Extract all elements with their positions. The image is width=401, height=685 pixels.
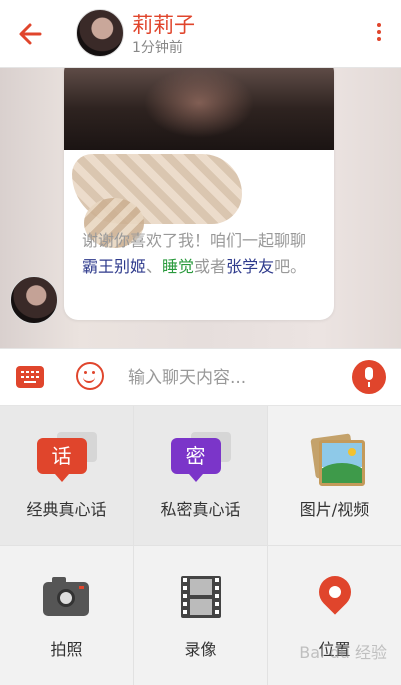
message-card[interactable]: 谢谢你喜欢了我！咱们一起聊聊霸王别姬、睡觉或者张学友吧。: [64, 68, 334, 320]
picture-icon: [305, 432, 365, 486]
contact-avatar[interactable]: [76, 9, 124, 57]
speech-bubble-icon: 密: [170, 432, 231, 484]
message-input[interactable]: [126, 361, 330, 395]
sender-avatar[interactable]: [10, 276, 58, 324]
location-button[interactable]: 位置: [268, 546, 401, 685]
smiley-icon[interactable]: [76, 362, 104, 390]
arrow-left-icon[interactable]: [14, 18, 50, 50]
keyboard-icon[interactable]: [16, 366, 44, 388]
profile-photo: [64, 68, 334, 150]
record-video-button[interactable]: 录像: [134, 546, 268, 685]
private-truth-label: 私密真心话: [160, 500, 241, 519]
chat-area: 谢谢你喜欢了我！咱们一起聊聊霸王别姬、睡觉或者张学友吧。: [0, 68, 401, 348]
watermark: Bai du 经验: [299, 643, 387, 662]
microphone-icon[interactable]: [352, 360, 386, 394]
photo-video-button[interactable]: 图片/视频: [268, 406, 401, 546]
photo-video-label: 图片/视频: [299, 500, 370, 519]
speech-bubble-icon: 话: [36, 432, 97, 484]
classic-truth-button[interactable]: 话 经典真心话: [0, 406, 134, 546]
take-photo-label: 拍照: [50, 640, 83, 659]
take-photo-button[interactable]: 拍照: [0, 546, 134, 685]
input-bar: [0, 348, 401, 406]
classic-truth-label: 经典真心话: [26, 500, 107, 519]
more-vertical-icon[interactable]: [371, 20, 387, 48]
camera-icon: [37, 574, 97, 626]
private-truth-button[interactable]: 密 私密真心话: [134, 406, 268, 546]
contact-name: 莉莉子: [132, 13, 195, 37]
location-pin-icon: [305, 569, 365, 626]
keyword-link-sleep[interactable]: 睡觉: [162, 257, 194, 276]
last-seen-status: 1分钟前: [132, 40, 183, 56]
keyword-link-jacky-cheung[interactable]: 张学友: [226, 257, 274, 276]
message-text: 谢谢你喜欢了我！咱们一起聊聊霸王别姬、睡觉或者张学友吧。: [82, 231, 307, 276]
record-video-label: 录像: [184, 640, 217, 659]
film-strip-icon: [171, 570, 231, 622]
keyword-link-bawangbieji[interactable]: 霸王别姬: [82, 257, 146, 276]
chat-header: 莉莉子 1分钟前: [0, 0, 401, 68]
